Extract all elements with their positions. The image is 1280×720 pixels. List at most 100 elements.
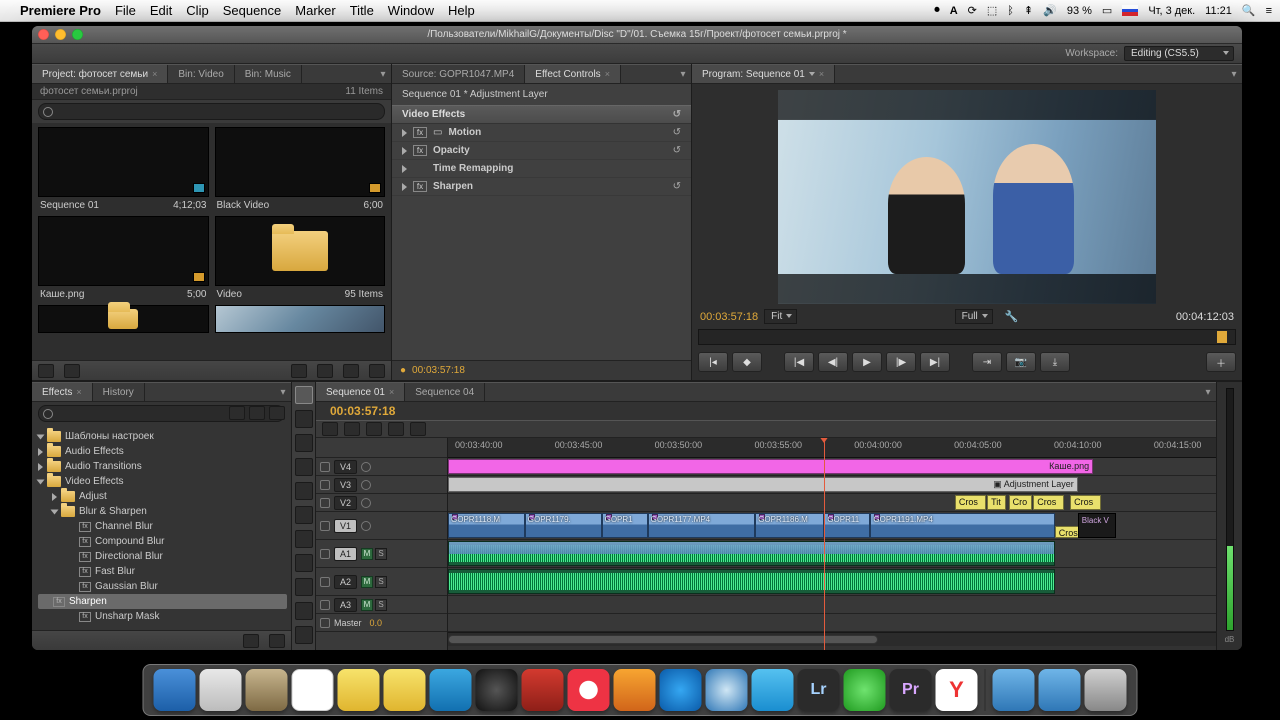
time-ruler[interactable]: 00:03:40:0000:03:45:0000:03:50:0000:03:5… bbox=[448, 438, 1216, 458]
asset-sequence[interactable]: Sequence 01 4;12;03 bbox=[38, 127, 209, 214]
tree-item[interactable]: Audio Transitions bbox=[38, 459, 287, 474]
dock-downloads[interactable] bbox=[993, 669, 1035, 711]
asset-grid[interactable]: Sequence 01 4;12;03 Black Video 6;00 Каш… bbox=[32, 123, 391, 360]
dock-messages[interactable] bbox=[430, 669, 472, 711]
clip-kashe[interactable]: Каше.png bbox=[448, 459, 1093, 474]
track-master[interactable]: Master 0.0 bbox=[316, 614, 447, 632]
track-v3[interactable]: V3 bbox=[316, 476, 447, 494]
menubar-time[interactable]: 11:21 bbox=[1205, 5, 1232, 17]
tree-item[interactable]: fxGaussian Blur bbox=[38, 579, 287, 594]
rate-stretch-tool-icon[interactable] bbox=[295, 482, 313, 500]
panel-menu-icon[interactable]: ▾ bbox=[1200, 383, 1216, 401]
tree-item[interactable]: fxSharpen bbox=[38, 594, 287, 609]
track-label[interactable]: V1 bbox=[334, 519, 357, 533]
dock-itunes[interactable] bbox=[568, 669, 610, 711]
track-label[interactable]: V2 bbox=[334, 496, 357, 510]
dock-lightroom[interactable]: Lr bbox=[798, 669, 840, 711]
tab-history[interactable]: History bbox=[93, 383, 145, 401]
close-icon[interactable]: × bbox=[819, 69, 824, 79]
reset-icon[interactable]: ↺ bbox=[673, 127, 681, 138]
tab-bin-video[interactable]: Bin: Video bbox=[168, 65, 234, 83]
marker-icon[interactable] bbox=[344, 422, 360, 436]
minimize-icon[interactable] bbox=[55, 29, 66, 40]
spotlight-icon[interactable]: 🔍 bbox=[1242, 4, 1256, 17]
out-marker-icon[interactable] bbox=[1217, 331, 1227, 343]
trash-icon[interactable] bbox=[369, 364, 385, 378]
menubar-date[interactable]: Чт, 3 дек. bbox=[1148, 5, 1195, 17]
lift-button[interactable]: ⇥ bbox=[972, 352, 1002, 372]
reset-icon[interactable]: ↺ bbox=[673, 145, 681, 156]
panel-menu-icon[interactable]: ▾ bbox=[275, 383, 291, 401]
fx-icon[interactable]: fx bbox=[413, 181, 427, 192]
menu-sequence[interactable]: Sequence bbox=[223, 3, 282, 18]
mute-icon[interactable]: M bbox=[361, 599, 373, 611]
ec-motion[interactable]: fx ▭ Motion ↺ bbox=[392, 124, 691, 142]
disclosure-icon[interactable] bbox=[38, 463, 43, 471]
clip-v1-2[interactable]: GOPR1 bbox=[602, 513, 648, 538]
close-icon[interactable]: × bbox=[605, 69, 610, 79]
menu-window[interactable]: Window bbox=[388, 3, 434, 18]
asset-folder2[interactable] bbox=[38, 305, 209, 333]
ec-time-remap[interactable]: Time Remapping bbox=[392, 160, 691, 178]
workspace-select[interactable]: Editing (CS5.5) bbox=[1124, 46, 1234, 61]
track-select-tool-icon[interactable] bbox=[295, 410, 313, 428]
close-icon[interactable]: × bbox=[152, 69, 157, 79]
master-value[interactable]: 0.0 bbox=[370, 618, 383, 628]
lock-icon[interactable] bbox=[320, 618, 330, 628]
slide-tool-icon[interactable] bbox=[295, 554, 313, 572]
program-tc-left[interactable]: 00:03:57:18 bbox=[700, 311, 758, 323]
clip-v1-1[interactable]: GOPR1179. bbox=[525, 513, 602, 538]
dock-safari[interactable] bbox=[706, 669, 748, 711]
wrench-icon[interactable]: 🔧 bbox=[1005, 310, 1019, 323]
notif-icon[interactable]: ≡ bbox=[1266, 5, 1272, 17]
tab-program[interactable]: Program: Sequence 01 × bbox=[692, 65, 835, 83]
tab-seq01[interactable]: Sequence 01 × bbox=[316, 383, 405, 401]
tab-bin-music[interactable]: Bin: Music bbox=[235, 65, 302, 83]
asset-kashe[interactable]: Каше.png 5;00 bbox=[38, 216, 209, 303]
eye-icon[interactable] bbox=[361, 480, 371, 490]
ec-timecode[interactable]: 00:03:57:18 bbox=[412, 365, 465, 376]
lock-icon[interactable] bbox=[320, 462, 330, 472]
asset-clip[interactable] bbox=[215, 305, 386, 333]
tab-effects[interactable]: Effects × bbox=[32, 383, 93, 401]
step-fwd-button[interactable]: |▶ bbox=[886, 352, 916, 372]
disclosure-icon[interactable] bbox=[51, 509, 59, 514]
program-viewport[interactable] bbox=[778, 90, 1156, 304]
tree-item[interactable]: fxDirectional Blur bbox=[38, 549, 287, 564]
dropbox-icon[interactable]: ⬚ bbox=[987, 4, 997, 17]
clip-a2[interactable] bbox=[448, 569, 1055, 594]
dock-calendar[interactable] bbox=[292, 669, 334, 711]
trash-icon[interactable] bbox=[269, 634, 285, 648]
disclosure-icon[interactable] bbox=[402, 165, 407, 173]
dock-finder[interactable] bbox=[154, 669, 196, 711]
tree-item[interactable]: Audio Effects bbox=[38, 444, 287, 459]
eye-icon[interactable] bbox=[361, 462, 371, 472]
chevron-down-icon[interactable] bbox=[809, 72, 815, 76]
wifi-icon[interactable]: ⇞ bbox=[1024, 4, 1033, 17]
menu-help[interactable]: Help bbox=[448, 3, 475, 18]
solo-icon[interactable]: S bbox=[375, 599, 387, 611]
dock-utorrent[interactable] bbox=[844, 669, 886, 711]
disclosure-icon[interactable] bbox=[402, 129, 407, 137]
clip-tit[interactable]: Tit bbox=[987, 495, 1006, 510]
find-icon[interactable] bbox=[291, 364, 307, 378]
hand-tool-icon[interactable] bbox=[295, 602, 313, 620]
goto-out-button[interactable]: ▶| bbox=[920, 352, 950, 372]
lock-icon[interactable] bbox=[320, 480, 330, 490]
sync-icon[interactable]: ⟳ bbox=[968, 4, 977, 17]
dock-camera[interactable] bbox=[476, 669, 518, 711]
tree-item[interactable]: fxUnsharp Mask bbox=[38, 609, 287, 624]
disclosure-icon[interactable] bbox=[52, 493, 57, 501]
mark-in-button[interactable]: |◂ bbox=[698, 352, 728, 372]
track-v2[interactable]: V2 bbox=[316, 494, 447, 512]
clip-v1-0[interactable]: GOPR1118.M bbox=[448, 513, 525, 538]
clip-cross-2[interactable]: Cro bbox=[1009, 495, 1032, 510]
lock-icon[interactable] bbox=[320, 498, 330, 508]
dock-appstore[interactable] bbox=[660, 669, 702, 711]
menu-title[interactable]: Title bbox=[350, 3, 374, 18]
track-area[interactable]: 00:03:40:0000:03:45:0000:03:50:0000:03:5… bbox=[448, 438, 1216, 650]
export-frame-button[interactable]: 📷 bbox=[1006, 352, 1036, 372]
clip-cross-4[interactable]: Cros bbox=[1070, 495, 1101, 510]
menu-clip[interactable]: Clip bbox=[186, 3, 208, 18]
zoom-select[interactable]: Fit bbox=[764, 309, 797, 324]
